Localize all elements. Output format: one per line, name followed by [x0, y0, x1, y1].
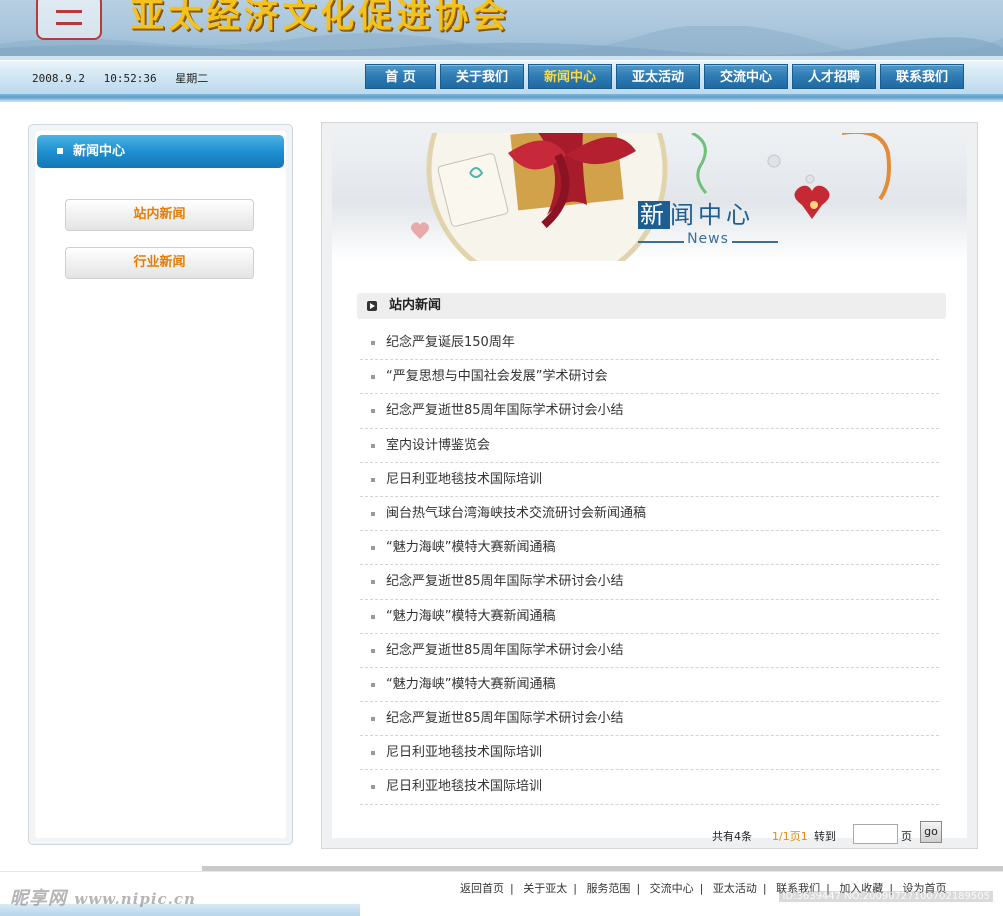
date-time-display: 2008.9.2 10:52:36 星期二	[32, 70, 220, 86]
nav-home[interactable]: 首 页	[365, 64, 436, 89]
watermark-id: ID:3639447 NO:20090727100702189505	[779, 891, 993, 902]
site-header: 亚太经济文化促进协会	[0, 0, 1003, 56]
bullet-icon	[371, 580, 375, 585]
bullet-icon	[371, 614, 375, 619]
news-list: 纪念严复诞辰150周年 “严复思想与中国社会发展”学术研讨会 纪念严复逝世85周…	[360, 326, 939, 805]
news-item[interactable]: 尼日利亚地毯技术国际培训	[360, 463, 939, 497]
news-item[interactable]: 室内设计博鉴览会	[360, 429, 939, 463]
news-item[interactable]: 纪念严复逝世85周年国际学术研讨会小结	[360, 565, 939, 600]
footer-link-exchange[interactable]: 交流中心	[650, 882, 694, 895]
footer-link-activities[interactable]: 亚太活动	[713, 882, 757, 895]
bullet-icon	[371, 375, 375, 380]
weekday-text: 星期二	[175, 72, 209, 85]
sidebar-panel	[35, 131, 286, 838]
news-item[interactable]: 纪念严复逝世85周年国际学术研讨会小结	[360, 634, 939, 668]
go-button[interactable]: go	[920, 821, 942, 843]
news-item[interactable]: 尼日利亚地毯技术国际培训	[360, 770, 939, 805]
sidebar-header: 新闻中心	[37, 135, 284, 168]
news-item[interactable]: “魅力海峡”模特大赛新闻通稿	[360, 600, 939, 634]
bullet-icon	[371, 341, 375, 345]
news-item[interactable]: “魅力海峡”模特大赛新闻通稿	[360, 668, 939, 703]
total-count: 共有4条	[712, 830, 752, 843]
sidebar-item-site-news[interactable]: 站内新闻	[65, 199, 254, 231]
watermark: 昵享网 www.nipic.cn	[10, 888, 196, 909]
news-item[interactable]: 纪念严复诞辰150周年	[360, 326, 939, 361]
news-item[interactable]: “魅力海峡”模特大赛新闻通稿	[360, 531, 939, 566]
date-text: 2008.9.2	[32, 72, 85, 85]
news-banner: 新闻中心 News	[332, 133, 967, 261]
main-panel: 新闻中心 News 站内新闻 纪念严复诞辰150周年 “严复思想与中国社会发展”…	[332, 133, 967, 844]
nav-recruitment[interactable]: 人才招聘	[792, 64, 876, 89]
logo-seal[interactable]	[36, 0, 102, 40]
bullet-icon	[371, 648, 375, 653]
page-unit-label: 页	[901, 830, 912, 843]
page-number-input[interactable]	[853, 824, 898, 844]
time-text: 10:52:36	[103, 72, 157, 85]
section-header: 站内新闻	[357, 293, 946, 319]
bullet-icon	[371, 409, 375, 414]
bullet-icon	[371, 682, 375, 687]
nav-about-us[interactable]: 关于我们	[440, 64, 524, 89]
site-title: 亚太经济文化促进协会	[130, 0, 510, 36]
nav-news-center[interactable]: 新闻中心	[528, 64, 612, 89]
news-item[interactable]: 闽台热气球台湾海峡技术交流研讨会新闻通稿	[360, 497, 939, 532]
nav-exchange-center[interactable]: 交流中心	[704, 64, 788, 89]
section-title: 站内新闻	[389, 298, 442, 313]
bullet-icon	[371, 717, 375, 722]
bullet-icon	[371, 751, 375, 756]
page-indicator: 1/1页1	[772, 830, 808, 843]
banner-subtitle: News	[638, 231, 778, 247]
footer-divider-thin	[0, 871, 1003, 872]
sidebar-item-industry-news[interactable]: 行业新闻	[65, 247, 254, 279]
sidebar-title: 新闻中心	[73, 144, 126, 159]
news-item[interactable]: “严复思想与中国社会发展”学术研讨会	[360, 360, 939, 395]
bullet-icon	[371, 546, 375, 551]
nav-contact-us[interactable]: 联系我们	[880, 64, 964, 89]
play-bullet-icon	[367, 301, 377, 311]
sidebar: 新闻中心 站内新闻 行业新闻	[28, 124, 293, 845]
news-item[interactable]: 尼日利亚地毯技术国际培训	[360, 736, 939, 771]
news-item[interactable]: 纪念严复逝世85周年国际学术研讨会小结	[360, 394, 939, 429]
pagination: 共有4条 1/1页1 转到 页 go	[712, 819, 952, 844]
footer-link-services[interactable]: 服务范围	[586, 882, 630, 895]
news-item[interactable]: 纪念严复逝世85周年国际学术研讨会小结	[360, 702, 939, 737]
main-content: 新闻中心 News 站内新闻 纪念严复诞辰150周年 “严复思想与中国社会发展”…	[321, 122, 978, 849]
bullet-icon	[371, 477, 375, 482]
footer-link-home[interactable]: 返回首页	[460, 882, 504, 895]
banner-title: 新闻中心	[638, 201, 754, 229]
footer-link-about[interactable]: 关于亚太	[523, 882, 567, 895]
goto-label: 转到	[814, 830, 836, 843]
square-bullet-icon	[57, 148, 63, 154]
nav-activities[interactable]: 亚太活动	[616, 64, 700, 89]
bullet-icon	[371, 443, 375, 448]
bullet-icon	[371, 785, 375, 790]
nav-bottom-border	[0, 94, 1003, 102]
bullet-icon	[371, 511, 375, 516]
